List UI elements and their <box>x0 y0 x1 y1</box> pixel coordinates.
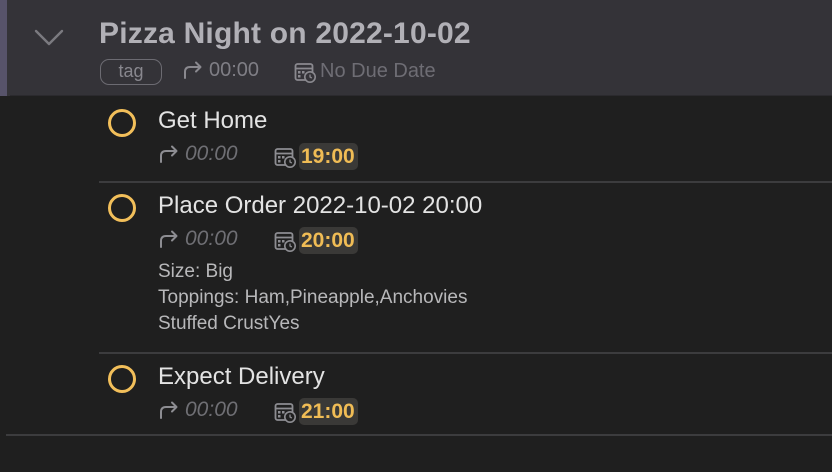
calendar-clock-icon <box>274 402 296 423</box>
task-checkbox[interactable] <box>108 365 136 393</box>
project-repeat[interactable]: 00:00 <box>181 58 259 82</box>
calendar-clock-icon <box>294 62 316 83</box>
project-repeat-value: 00:00 <box>209 58 260 81</box>
chevron-down-icon[interactable] <box>34 26 64 48</box>
task-title[interactable]: Expect Delivery <box>158 363 325 391</box>
repeat-arrow-icon <box>184 61 202 79</box>
note-line: Toppings: Ham,Pineapple,Anchovies <box>158 287 468 308</box>
task-repeat[interactable]: 00:00 <box>157 142 238 166</box>
task-row[interactable]: Place Order 2022-10-02 20:00 00:00 20:00… <box>99 182 832 352</box>
task-row[interactable]: Expect Delivery 00:00 21:00 <box>99 353 832 434</box>
task-due-time: 21:00 <box>299 398 358 425</box>
task-checkbox[interactable] <box>108 109 136 137</box>
project-accent-bar <box>0 0 7 96</box>
calendar-clock-icon <box>274 231 296 252</box>
project-due-value: No Due Date <box>320 60 436 82</box>
task-row[interactable]: Get Home 00:00 19:00 <box>99 96 832 181</box>
task-title[interactable]: Place Order 2022-10-02 20:00 <box>158 192 482 220</box>
repeat-arrow-icon <box>160 145 178 163</box>
task-due[interactable]: 20:00 <box>274 227 358 254</box>
task-notes[interactable]: Size: Big Toppings: Ham,Pineapple,Anchov… <box>158 259 467 337</box>
note-line: Stuffed CrustYes <box>158 313 300 334</box>
task-repeat-value: 00:00 <box>185 142 238 165</box>
project-header: Pizza Night on 2022-10-02 tag 00:00 No D… <box>0 0 832 96</box>
calendar-clock-icon <box>274 147 296 168</box>
task-title[interactable]: Get Home <box>158 107 267 135</box>
repeat-arrow-icon <box>160 401 178 419</box>
repeat-arrow-icon <box>160 230 178 248</box>
task-due-time: 20:00 <box>299 227 358 254</box>
task-repeat-value: 00:00 <box>185 398 238 421</box>
task-due-time: 19:00 <box>299 143 358 170</box>
project-due[interactable]: No Due Date <box>294 60 436 83</box>
task-due[interactable]: 19:00 <box>274 143 358 170</box>
note-line: Size: Big <box>158 261 233 282</box>
task-due[interactable]: 21:00 <box>274 398 358 425</box>
task-repeat[interactable]: 00:00 <box>157 398 238 422</box>
task-checkbox[interactable] <box>108 194 136 222</box>
project-title[interactable]: Pizza Night on 2022-10-02 <box>99 17 471 51</box>
task-repeat[interactable]: 00:00 <box>157 227 238 251</box>
project-tag[interactable]: tag <box>100 59 162 85</box>
task-divider <box>6 434 832 436</box>
task-repeat-value: 00:00 <box>185 227 238 250</box>
